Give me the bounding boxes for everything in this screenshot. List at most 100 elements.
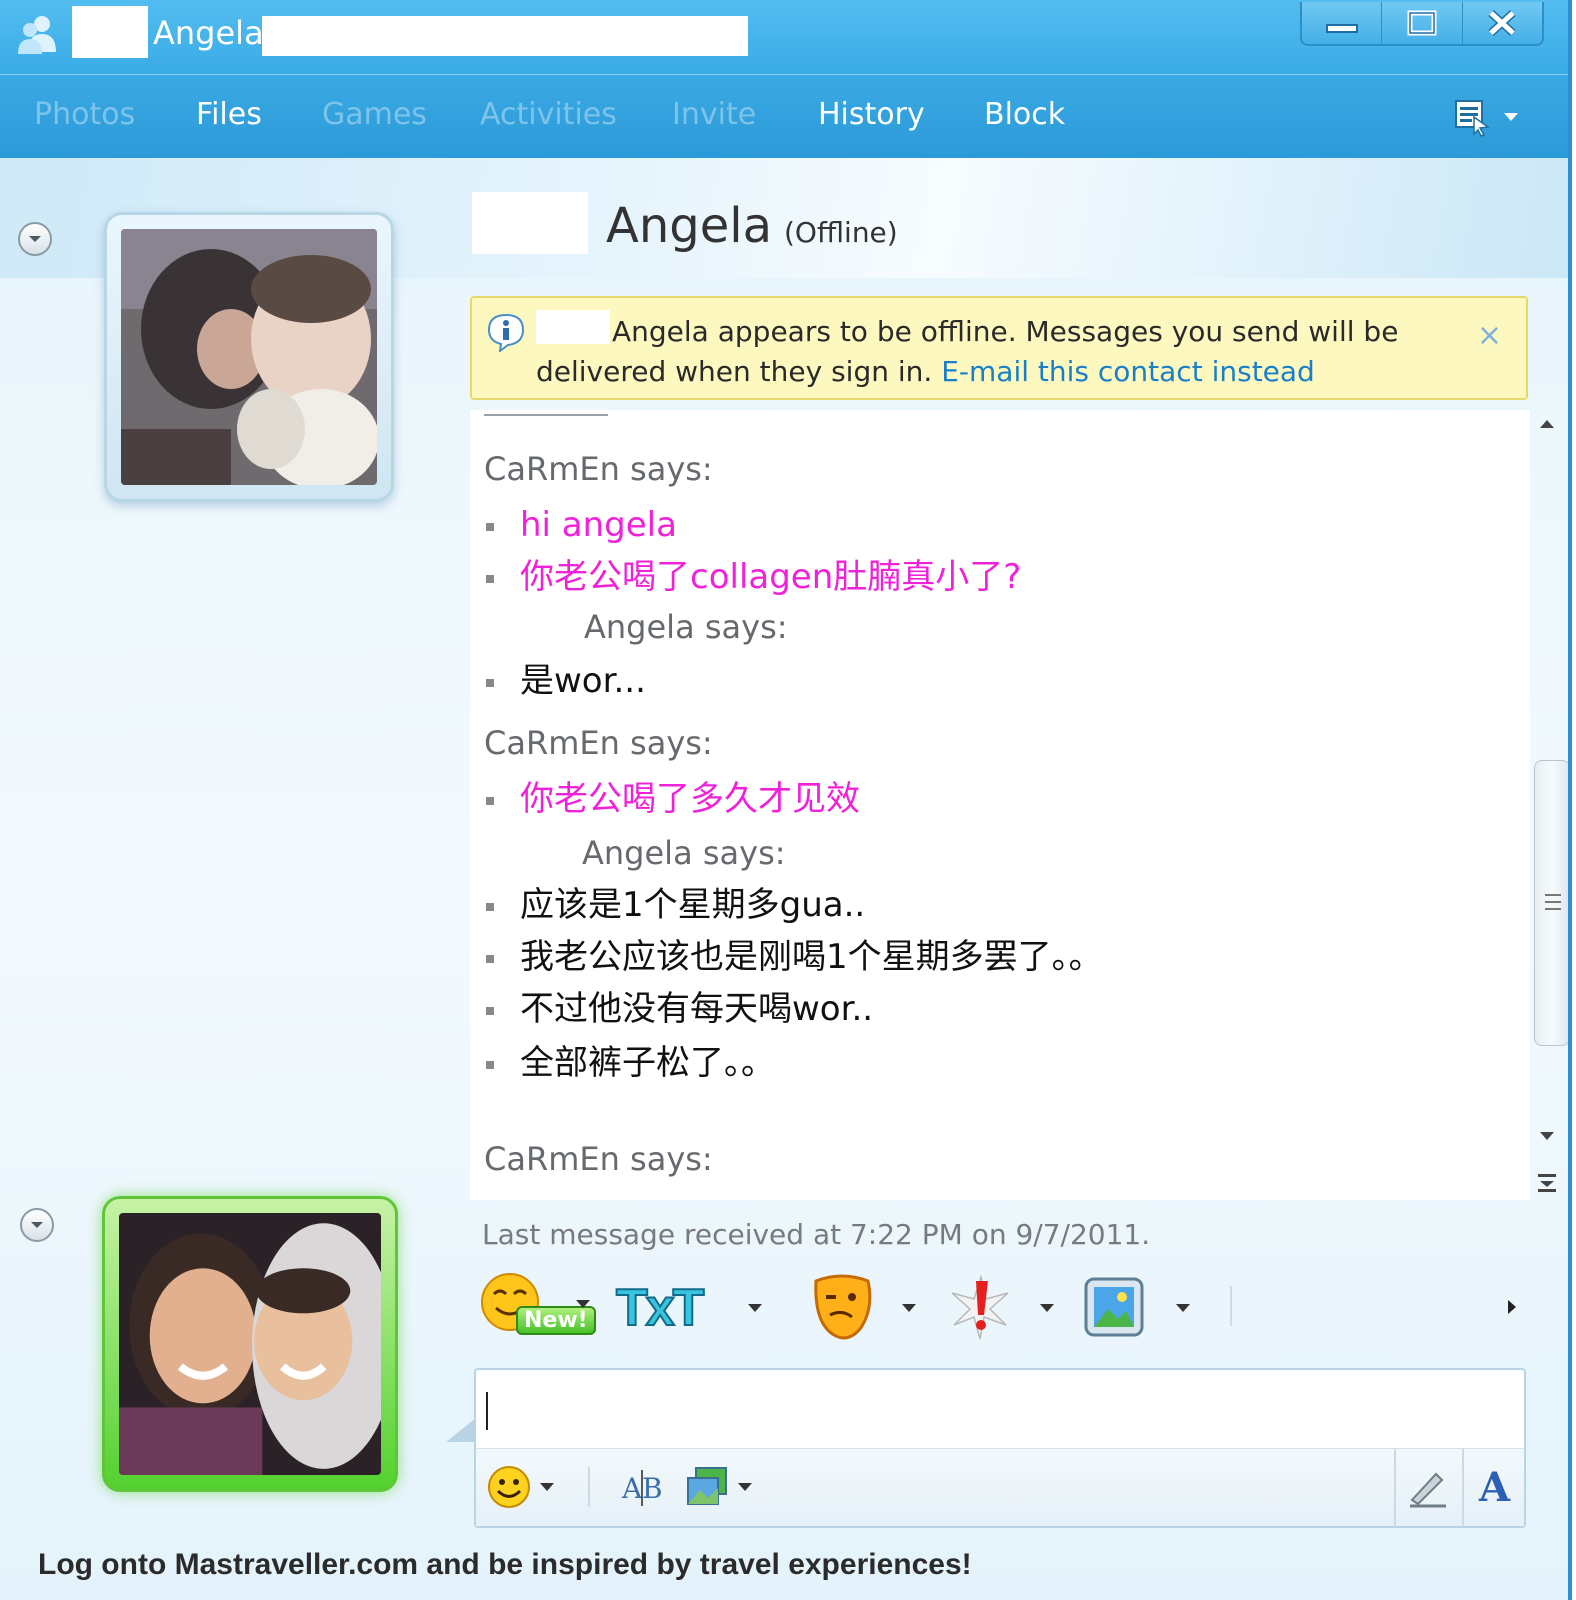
maximize-icon xyxy=(1407,10,1437,36)
collapse-contact-button[interactable] xyxy=(18,222,52,256)
message-text: 应该是1个星期多gua.. xyxy=(520,885,866,925)
message-text: 你老公喝了collagen肚腩真小了? xyxy=(520,557,1022,597)
nudge-button[interactable] xyxy=(946,1268,1056,1348)
spell-check-icon: A B xyxy=(621,1470,663,1506)
minimize-icon xyxy=(1325,24,1358,33)
chevron-down-icon xyxy=(1176,1304,1190,1312)
contact-name: Angela xyxy=(606,198,773,254)
menu-history[interactable]: History xyxy=(818,97,925,132)
conversation-history: CaRmEn says: hi angela 你老公喝了collagen肚腩真小… xyxy=(470,410,1530,1200)
font-button[interactable]: A xyxy=(1479,1463,1510,1511)
chevron-down-icon xyxy=(540,1483,554,1491)
photo-image xyxy=(119,1213,381,1475)
email-contact-link[interactable]: E-mail this contact instead xyxy=(941,355,1315,388)
messenger-icon xyxy=(18,16,56,54)
handwriting-button[interactable]: A B xyxy=(620,1463,666,1511)
message-item: hi angela xyxy=(486,504,677,546)
self-avatar[interactable] xyxy=(102,1196,398,1492)
divider xyxy=(1394,1449,1396,1527)
svg-text:B: B xyxy=(642,1472,663,1505)
close-icon xyxy=(1488,10,1517,36)
offline-notice: Angela appears to be offline. Messages y… xyxy=(470,296,1528,400)
message-item: 我老公应该也是刚喝1个星期多罢了。。 xyxy=(486,936,1103,978)
contact-avatar[interactable] xyxy=(104,212,394,502)
message-sender: CaRmEn says: xyxy=(484,1140,713,1178)
txt-icon: TxT xyxy=(615,1278,705,1338)
menu-photos[interactable]: Photos xyxy=(34,97,135,132)
divider xyxy=(1462,1449,1464,1527)
message-text: 你老公喝了多久才见效 xyxy=(520,779,860,819)
message-text: hi angela xyxy=(520,505,677,545)
message-text: 不过他没有每天喝wor.. xyxy=(520,989,874,1029)
info-icon xyxy=(487,313,525,352)
divider xyxy=(484,414,608,416)
window-title: Angela xyxy=(153,14,264,52)
maximize-button[interactable] xyxy=(1382,2,1463,44)
contact-status: (Offline) xyxy=(784,216,898,249)
close-button[interactable] xyxy=(1463,2,1542,44)
chevron-down-icon xyxy=(738,1483,752,1491)
text-style-button[interactable]: TxT xyxy=(615,1268,766,1348)
message-sender: CaRmEn says: xyxy=(484,724,713,762)
nudge-icon xyxy=(951,1274,1009,1340)
share-photo-button[interactable] xyxy=(1082,1268,1192,1348)
message-sender: Angela says: xyxy=(584,608,788,646)
message-compose-box: A B A xyxy=(474,1368,1526,1528)
self-photo xyxy=(119,1213,381,1475)
chevron-down-icon xyxy=(902,1304,916,1312)
grip-icon xyxy=(1545,894,1561,910)
chevron-down-icon xyxy=(1040,1304,1054,1312)
photo-icon xyxy=(1084,1277,1144,1337)
window-controls xyxy=(1300,2,1544,46)
message-item: 不过他没有每天喝wor.. xyxy=(486,988,873,1030)
message-input[interactable] xyxy=(486,1380,1516,1440)
message-text: 全部裤子松了。。 xyxy=(520,1043,775,1083)
menu-activities[interactable]: Activities xyxy=(480,97,617,132)
menu-invite[interactable]: Invite xyxy=(672,97,756,132)
message-text: 我老公应该也是刚喝1个星期多罢了。。 xyxy=(520,937,1103,977)
chat-window: Angela Photos Files Games Activities Inv… xyxy=(0,0,1572,1600)
redacted-block xyxy=(262,16,748,56)
message-item: 全部裤子松了。。 xyxy=(486,1042,775,1084)
ink-button[interactable] xyxy=(1406,1463,1450,1511)
message-item: 是wor... xyxy=(486,660,646,702)
svg-text:A: A xyxy=(621,1472,643,1505)
emoticon-button[interactable] xyxy=(486,1463,554,1511)
scroll-up-icon[interactable] xyxy=(1538,418,1556,430)
winks-button[interactable] xyxy=(808,1268,918,1348)
more-options-icon[interactable] xyxy=(1506,1298,1518,1316)
menu-games[interactable]: Games xyxy=(322,97,427,132)
fun-toolbar: New! TxT xyxy=(470,1268,1530,1358)
chevron-down-icon xyxy=(748,1304,762,1312)
dismiss-notice-button[interactable]: × xyxy=(1477,318,1502,353)
wink-icon xyxy=(814,1274,872,1340)
compose-toolbar: A B A xyxy=(476,1448,1524,1527)
title-bar: Angela xyxy=(0,0,1568,74)
text-cursor xyxy=(486,1392,488,1430)
show-menu-button[interactable] xyxy=(1452,95,1532,139)
redacted-block xyxy=(472,192,588,254)
message-item: 应该是1个星期多gua.. xyxy=(486,884,865,926)
chevron-down-icon xyxy=(31,1222,43,1228)
background-button[interactable] xyxy=(684,1463,752,1511)
message-text: 是wor... xyxy=(520,661,646,701)
background-icon xyxy=(687,1467,727,1505)
smiley-icon xyxy=(488,1466,530,1508)
emoticon-pack-button[interactable]: New! xyxy=(478,1268,598,1348)
scroll-down-icon[interactable] xyxy=(1538,1130,1556,1142)
conversation-scrollbar[interactable] xyxy=(1524,410,1568,1210)
menu-block[interactable]: Block xyxy=(984,97,1065,132)
action-toolbar: Photos Files Games Activities Invite His… xyxy=(0,74,1568,158)
message-sender: Angela says: xyxy=(582,834,786,872)
advertisement-text[interactable]: Log onto Mastraveller.com and be inspire… xyxy=(38,1548,972,1582)
divider xyxy=(588,1467,590,1507)
scroll-thumb[interactable] xyxy=(1534,760,1568,1046)
collapse-self-button[interactable] xyxy=(20,1208,54,1242)
splitter-icon[interactable] xyxy=(1536,1172,1558,1194)
show-menu-icon xyxy=(1455,100,1490,137)
contact-photo xyxy=(121,229,377,485)
chevron-down-icon xyxy=(576,1300,590,1308)
pen-icon xyxy=(1410,1472,1446,1508)
menu-files[interactable]: Files xyxy=(196,97,262,132)
minimize-button[interactable] xyxy=(1302,2,1383,44)
